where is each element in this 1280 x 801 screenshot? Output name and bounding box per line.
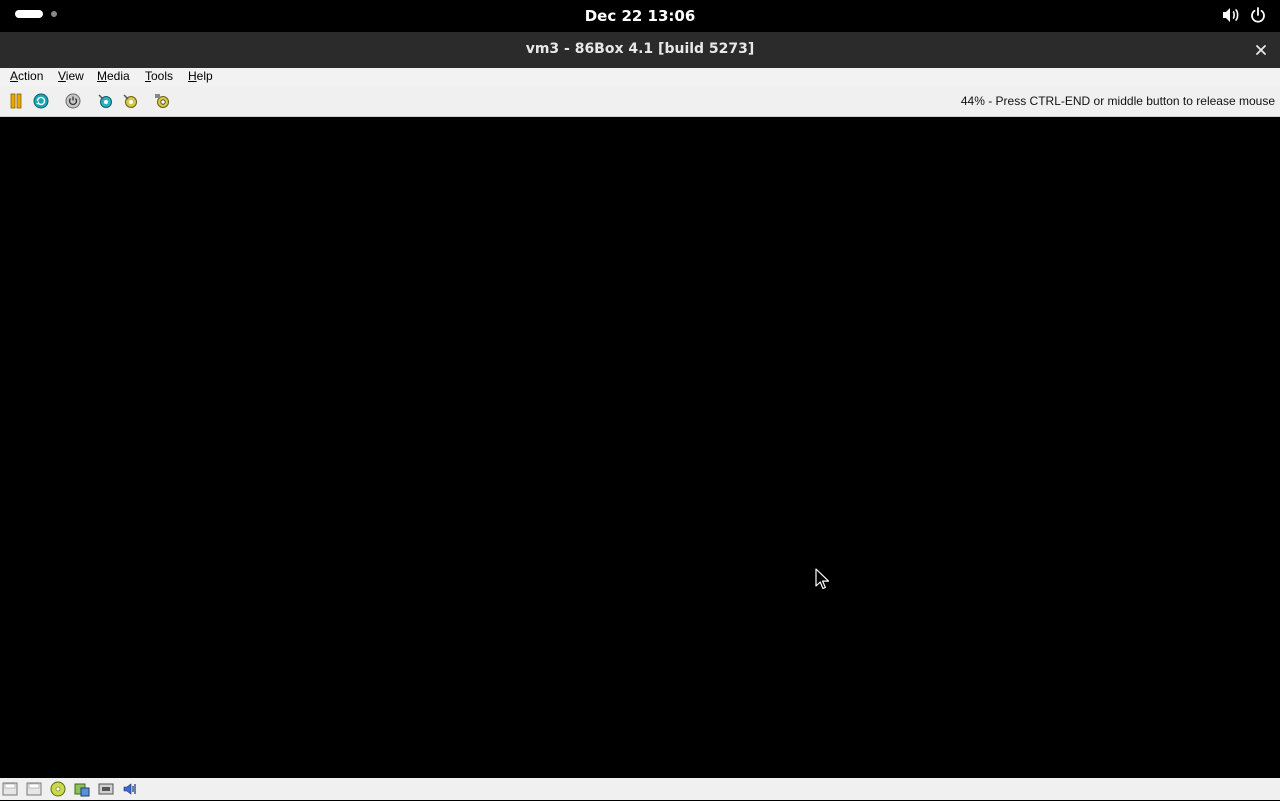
volume-icon[interactable] bbox=[1222, 7, 1240, 23]
menu-action[interactable]: Action bbox=[10, 69, 43, 83]
settings-icon[interactable] bbox=[97, 93, 113, 109]
power-reset-icon[interactable] bbox=[65, 93, 81, 109]
menu-media[interactable]: Media bbox=[97, 69, 130, 83]
power-icon[interactable] bbox=[1250, 7, 1266, 23]
menu-help[interactable]: Help bbox=[188, 69, 213, 83]
window-title-bar[interactable]: vm3 - 86Box 4.1 [build 5273] bbox=[0, 32, 1280, 68]
close-icon[interactable] bbox=[1252, 41, 1270, 59]
sound-icon[interactable] bbox=[122, 781, 138, 797]
menu-view[interactable]: View bbox=[58, 69, 84, 83]
screenshot-icon[interactable] bbox=[154, 93, 170, 109]
settings-alt-icon[interactable] bbox=[122, 93, 138, 109]
system-tray[interactable] bbox=[1222, 7, 1266, 23]
window-title: vm3 - 86Box 4.1 [build 5273] bbox=[525, 41, 755, 57]
floppy-b-icon[interactable] bbox=[26, 781, 42, 797]
system-top-bar: Dec 22 13:06 bbox=[0, 0, 1280, 32]
clock[interactable]: Dec 22 13:06 bbox=[0, 7, 1280, 25]
pause-icon[interactable] bbox=[8, 93, 24, 109]
floppy-a-icon[interactable] bbox=[2, 781, 18, 797]
mouse-cursor-icon bbox=[815, 568, 830, 594]
ctrl-alt-del-icon[interactable] bbox=[33, 93, 49, 109]
menu-tools[interactable]: Tools bbox=[145, 69, 173, 83]
menu-bar: Action View Media Tools Help bbox=[0, 68, 1280, 86]
mouse-capture-status: 44% - Press CTRL-END or middle button to… bbox=[960, 94, 1275, 108]
hard-disk-icon[interactable] bbox=[74, 781, 90, 797]
cdrom-icon[interactable] bbox=[50, 781, 66, 797]
toolbar: 44% - Press CTRL-END or middle button to… bbox=[0, 86, 1280, 117]
status-bar bbox=[0, 778, 1280, 800]
emulator-display[interactable] bbox=[0, 117, 1280, 778]
network-icon[interactable] bbox=[98, 781, 114, 797]
